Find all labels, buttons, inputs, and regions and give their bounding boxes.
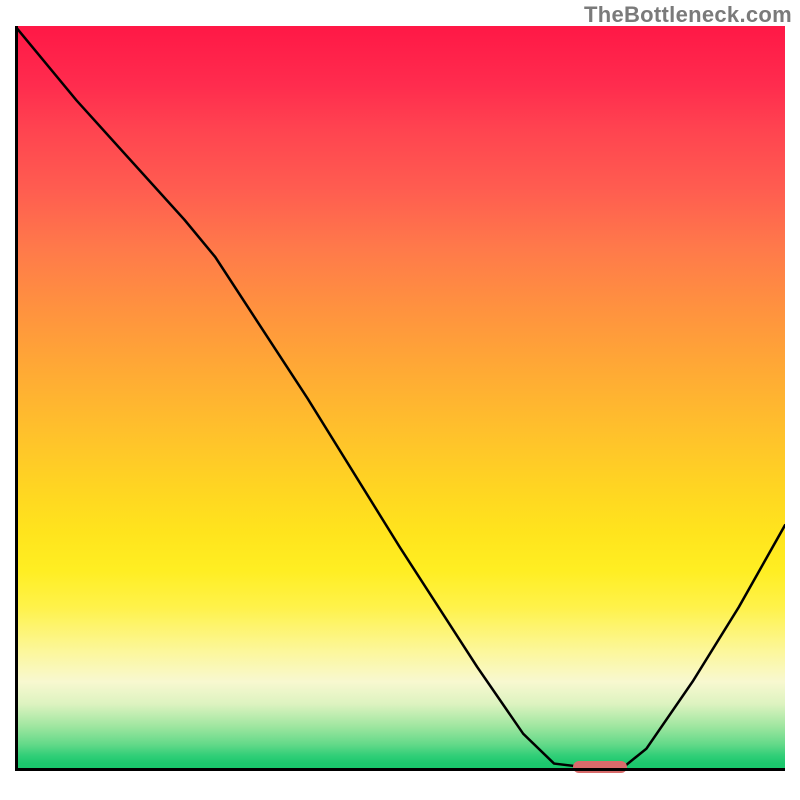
chart-container: TheBottleneck.com — [0, 0, 800, 800]
plot-area — [15, 26, 785, 771]
optimal-marker — [573, 761, 627, 773]
bottleneck-curve — [15, 26, 785, 771]
watermark-text: TheBottleneck.com — [584, 2, 792, 28]
